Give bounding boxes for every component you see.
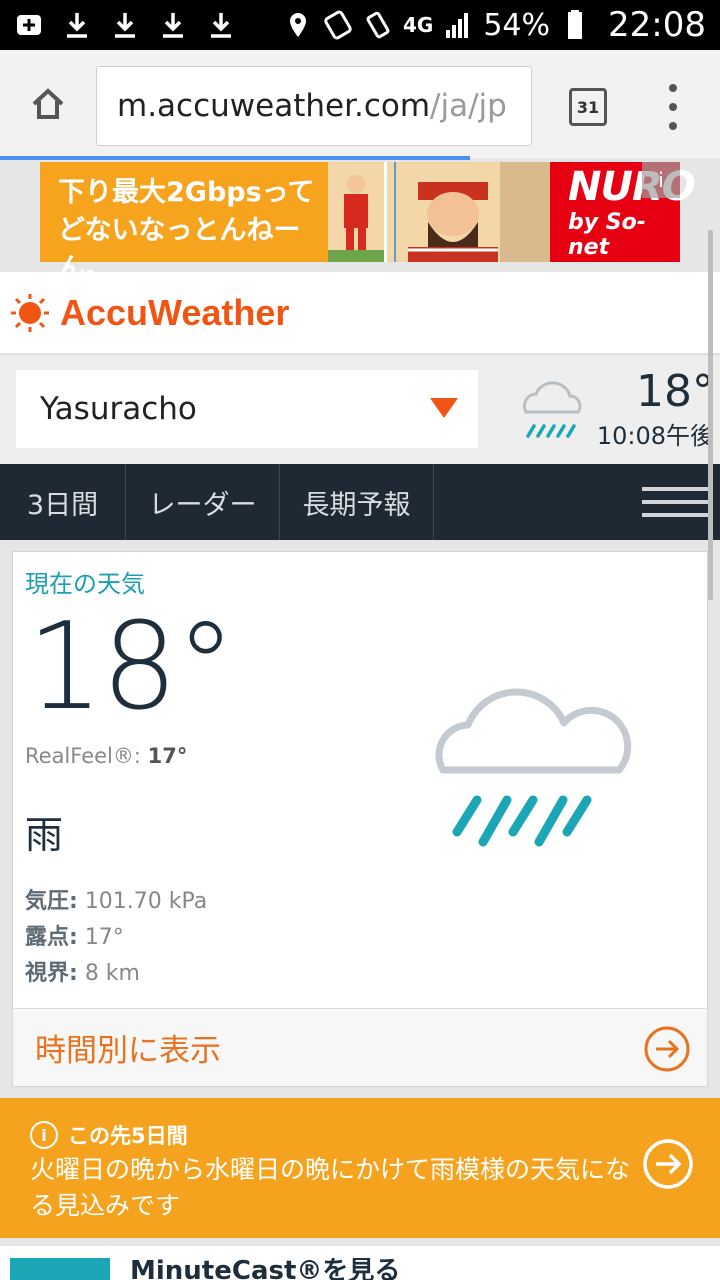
url-path: /ja/jp — [430, 88, 507, 124]
banner-title: この先5日間 — [68, 1124, 188, 1148]
arrow-right-circle-icon — [644, 1026, 690, 1072]
rain-cloud-icon — [522, 381, 582, 438]
location-row: Yasuracho 18° 10:08午後 — [0, 356, 720, 464]
visibility-row: 視界: 8 km — [25, 956, 207, 992]
dewpoint-value: 17° — [84, 925, 124, 950]
card-title: 現在の天気 — [25, 570, 145, 598]
ad-text-panel: 下り最大2Gbpsって どないなっとんねーん。 — [40, 162, 328, 284]
minutecast-link[interactable]: MinuteCast®を見る — [0, 1246, 720, 1280]
realfeel: RealFeel®: 17° — [25, 744, 187, 768]
tab-3day[interactable]: 3日間 — [0, 464, 126, 540]
download-icon — [115, 13, 135, 38]
banner-header: i この先5日間 — [30, 1120, 188, 1150]
battery-percent: 54% — [483, 7, 551, 43]
location-name: Yasuracho — [40, 391, 197, 427]
hamburger-menu-icon[interactable] — [630, 464, 720, 540]
url-domain: m.accuweather.com — [117, 88, 431, 124]
ad-banner[interactable]: 下り最大2Gbpsって どないなっとんねーん。 NURO by So-net i — [40, 162, 696, 284]
sun-logo-icon — [11, 293, 49, 332]
pressure-row: 気圧: 101.70 kPa — [25, 884, 207, 920]
home-button[interactable] — [0, 50, 95, 158]
site-logo[interactable]: AccuWeather — [60, 292, 289, 334]
arrow-right-circle-icon — [643, 1139, 693, 1189]
dropdown-arrow-icon — [430, 398, 458, 418]
rain-cloud-large-icon — [435, 688, 632, 847]
realfeel-value: 17° — [147, 744, 188, 768]
battery-icon — [568, 10, 583, 39]
tab-radar[interactable]: レーダー — [126, 464, 280, 540]
vibrate-icon — [366, 11, 390, 39]
forecast-alert-banner[interactable]: i この先5日間 火曜日の晩から水曜日の晩にかけて雨模様の天気になる見込みです — [0, 1098, 720, 1238]
ad-line-1: 下り最大2Gbpsって — [58, 177, 315, 208]
hourly-link-label: 時間別に表示 — [35, 1033, 221, 1069]
site-header: AccuWeather — [0, 272, 720, 354]
address-bar[interactable]: m.accuweather.com/ja/jp — [96, 66, 532, 146]
location-icon — [289, 13, 306, 37]
ad-illustration — [328, 162, 550, 262]
main-nav: 3日間 レーダー 長期予報 — [0, 464, 720, 540]
system-icons: 4G 54% 22:08 — [283, 5, 706, 45]
ad-brand-sub: by So-net — [568, 210, 646, 260]
download-icon — [163, 13, 183, 38]
header-temperature: 18° — [636, 366, 714, 417]
minutecast-label: MinuteCast®を見る — [130, 1258, 401, 1280]
pressure-value: 101.70 kPa — [84, 889, 208, 914]
notification-icons — [14, 10, 236, 40]
home-icon — [32, 88, 63, 119]
signal-icon — [446, 13, 469, 38]
location-selector[interactable]: Yasuracho — [16, 370, 478, 448]
hourly-link[interactable]: 時間別に表示 — [13, 1008, 707, 1086]
current-weather-card: 現在の天気 18° RealFeel®: 17° 雨 気圧: 101.70 kP… — [12, 551, 708, 1087]
realfeel-label: RealFeel®: — [25, 744, 141, 768]
header-time: 10:08午後 — [596, 422, 714, 450]
download-icon — [67, 13, 87, 38]
current-temperature: 18° — [27, 598, 236, 737]
clock: 22:08 — [608, 5, 706, 45]
weather-condition: 雨 — [25, 813, 64, 857]
visibility-label: 視界: — [25, 961, 78, 986]
nfc-icon — [324, 10, 352, 40]
info-icon: i — [30, 1121, 58, 1149]
network-type: 4G — [402, 13, 434, 37]
pressure-label: 気圧: — [25, 889, 78, 914]
browser-menu-button[interactable] — [658, 84, 688, 130]
tabs-button[interactable]: 31 — [569, 88, 607, 126]
download-icon — [211, 13, 231, 38]
minutecast-icon — [10, 1258, 110, 1280]
ad-characters-image — [328, 162, 550, 262]
page-load-progress — [0, 156, 470, 160]
status-bar: 4G 54% 22:08 — [0, 0, 720, 50]
scrollbar[interactable] — [708, 230, 713, 600]
banner-text: 火曜日の晩から水曜日の晩にかけて雨模様の天気になる見込みです — [30, 1155, 631, 1220]
ad-info-icon[interactable]: i — [642, 162, 680, 198]
tab-long-range[interactable]: 長期予報 — [280, 464, 434, 540]
weather-details: 気圧: 101.70 kPa 露点: 17° 視界: 8 km — [25, 884, 207, 992]
plus-notification-icon — [17, 15, 41, 35]
dewpoint-row: 露点: 17° — [25, 920, 207, 956]
dewpoint-label: 露点: — [25, 925, 78, 950]
visibility-value: 8 km — [84, 961, 140, 986]
